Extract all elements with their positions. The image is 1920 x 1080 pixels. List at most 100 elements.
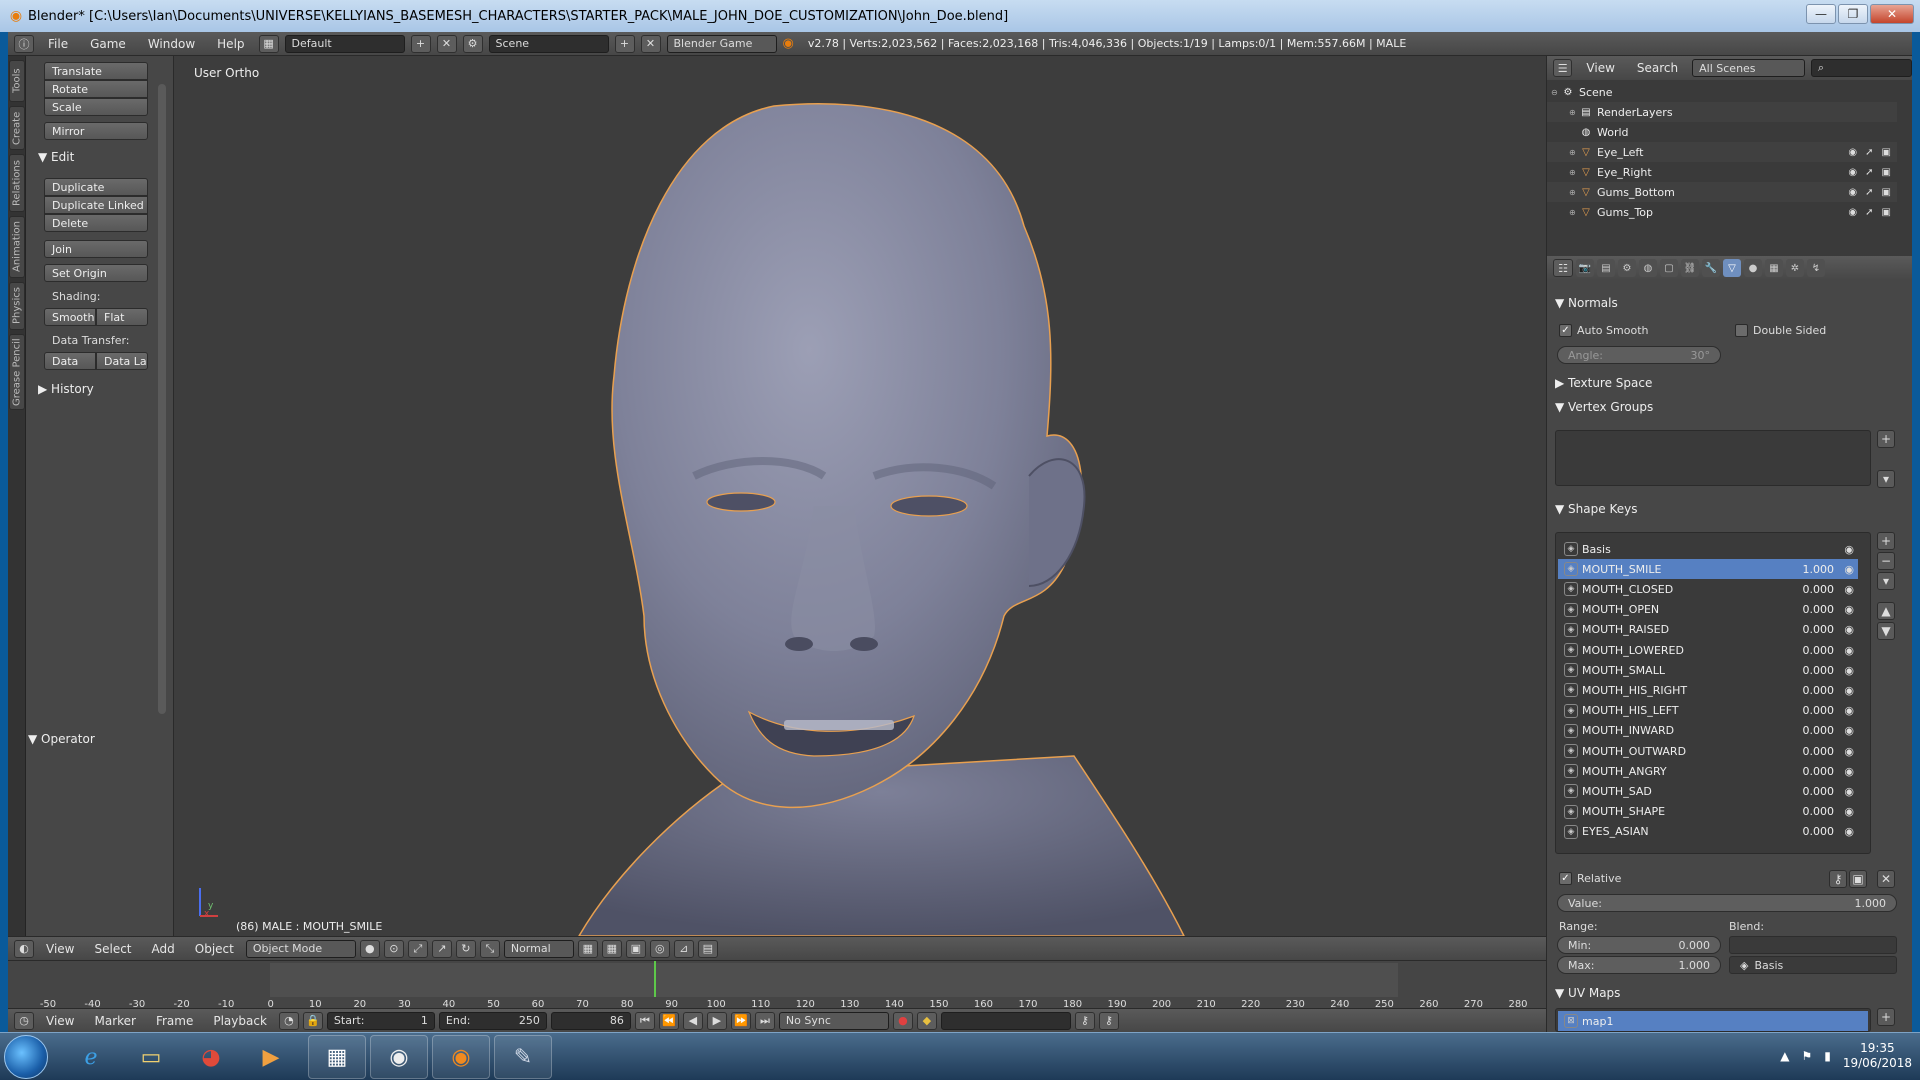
render-preview-icon[interactable]: ▣ (625, 939, 646, 958)
media-player-icon[interactable]: ▶ (242, 1035, 300, 1079)
shape-key-row[interactable]: ◈ MOUTH_CLOSED 0.000 ◉ (1558, 579, 1858, 599)
add-layout-icon[interactable]: + (410, 34, 431, 53)
shape-key-edit-mode-icon[interactable]: ▣ (1849, 870, 1867, 888)
menu-add[interactable]: Add (144, 942, 183, 956)
outliner-item-scene[interactable]: ⊖ ⚙ Scene (1547, 82, 1897, 102)
shape-key-value[interactable]: 0.000 (1803, 704, 1835, 717)
menu-game[interactable]: Game (82, 37, 134, 51)
next-keyframe-icon[interactable]: ⏩ (730, 1011, 751, 1030)
shape-key-value[interactable]: 0.000 (1803, 825, 1835, 838)
visibility-eye-icon[interactable]: ◉ (1844, 563, 1854, 576)
vertex-groups-list[interactable] (1555, 430, 1871, 486)
file-explorer-icon[interactable]: ▭ (122, 1035, 180, 1079)
layers-grid-icon[interactable]: ▦ (577, 939, 598, 958)
shape-key-value[interactable]: 0.000 (1803, 785, 1835, 798)
duplicate-button[interactable]: Duplicate (44, 178, 148, 196)
menu-marker[interactable]: Marker (86, 1014, 143, 1028)
jump-end-icon[interactable]: ⏭ (754, 1011, 775, 1030)
render-camera-icon[interactable]: ▣ (1882, 207, 1891, 218)
visibility-eye-icon[interactable]: ◉ (1844, 724, 1854, 737)
visibility-eye-icon[interactable]: ◉ (1844, 603, 1854, 616)
paint-icon[interactable]: ✎ (494, 1035, 552, 1079)
uv-maps-list[interactable]: ⊠ map1 (1555, 1008, 1871, 1032)
visibility-eye-icon[interactable]: ◉ (1844, 583, 1854, 596)
chrome-icon[interactable]: ◕ (182, 1035, 240, 1079)
pivot-point-icon[interactable]: ⊙ (383, 939, 404, 958)
play-reverse-icon[interactable]: ◀ (682, 1011, 703, 1030)
move-shape-key-up-button[interactable]: ▲ (1877, 602, 1895, 620)
scene-tab-icon[interactable]: ⚙ (1618, 259, 1636, 277)
vertex-group-menu-button[interactable]: ▾ (1877, 470, 1895, 488)
proportional-edit-icon[interactable]: ◎ (649, 939, 670, 958)
start-orb[interactable] (4, 1035, 48, 1079)
smooth-button[interactable]: Smooth (44, 308, 96, 326)
outliner-item-gums-bottom[interactable]: ⊕ ▽ Gums_Bottom ◉ ➚ ▣ (1547, 182, 1897, 202)
visibility-eye-icon[interactable]: ◉ (1844, 765, 1854, 778)
shape-key-menu-button[interactable]: ▾ (1877, 572, 1895, 590)
menu-view[interactable]: View (38, 942, 82, 956)
close-button[interactable]: ✕ (1870, 4, 1914, 24)
menu-select[interactable]: Select (86, 942, 139, 956)
blender-icon[interactable]: ◉ (432, 1035, 490, 1079)
snap-icon[interactable]: ⊿ (673, 939, 694, 958)
physics-tab-icon[interactable]: ↯ (1807, 259, 1825, 277)
window-title-bar[interactable]: ◉ Blender* [C:\Users\Ian\Documents\UNIVE… (0, 0, 1920, 32)
select-arrow-icon[interactable]: ➚ (1865, 187, 1873, 198)
layers-grid-2-icon[interactable]: ▦ (601, 939, 622, 958)
render-tab-icon[interactable]: 📷 (1576, 259, 1594, 277)
timeline[interactable]: -50 -40 -30 -20 -10 0 10 20 30 40 50 60 70 80 90 100 110… (8, 960, 1546, 1010)
add-shape-key-button[interactable]: + (1877, 532, 1895, 550)
shape-key-value[interactable]: 0.000 (1803, 603, 1835, 616)
show-hidden-icons-icon[interactable]: ▲ (1780, 1049, 1789, 1063)
relative-checkbox[interactable]: ✓ (1559, 872, 1572, 885)
editor-type-icon[interactable]: ⓘ (14, 34, 34, 53)
object-tab-icon[interactable]: ▢ (1660, 259, 1678, 277)
maximize-button[interactable]: ❐ (1838, 4, 1868, 24)
menu-frame[interactable]: Frame (148, 1014, 201, 1028)
data-layout-button[interactable]: Data La (96, 352, 148, 370)
shape-key-value[interactable]: 0.000 (1803, 684, 1835, 697)
opengl-render-icon[interactable]: ▤ (697, 939, 718, 958)
minimize-button[interactable]: — (1806, 4, 1836, 24)
use-preview-range-icon[interactable]: ◔ (278, 1011, 299, 1030)
expand-icon[interactable]: ⊕ (1569, 188, 1579, 197)
menu-timeline-view[interactable]: View (38, 1014, 82, 1028)
current-frame-field[interactable]: 86 (550, 1011, 631, 1030)
shape-keys-panel-header[interactable]: ▼ Shape Keys (1555, 502, 1637, 516)
end-frame-field[interactable]: End: 250 (438, 1011, 547, 1030)
tab-relations[interactable]: Relations (9, 154, 25, 212)
shape-key-row[interactable]: ◈ MOUTH_RAISED 0.000 ◉ (1558, 620, 1858, 640)
collapse-icon[interactable]: ⊖ (1551, 88, 1561, 97)
network-icon[interactable]: ▮ (1824, 1049, 1831, 1063)
shape-key-row[interactable]: ◈ MOUTH_LOWERED 0.000 ◉ (1558, 640, 1858, 660)
add-vertex-group-button[interactable]: + (1877, 430, 1895, 448)
shape-key-value[interactable]: 1.000 (1803, 563, 1835, 576)
screen-layout-icon[interactable]: ▦ (258, 34, 279, 53)
particles-tab-icon[interactable]: ✲ (1786, 259, 1804, 277)
render-camera-icon[interactable]: ▣ (1882, 187, 1891, 198)
shape-key-row[interactable]: ◈ MOUTH_OPEN 0.000 ◉ (1558, 600, 1858, 620)
visibility-eye-icon[interactable]: ◉ (1844, 745, 1854, 758)
select-arrow-icon[interactable]: ➚ (1865, 167, 1873, 178)
normals-panel-header[interactable]: ▼ Normals (1555, 296, 1618, 310)
play-icon[interactable]: ▶ (706, 1011, 727, 1030)
rotate-button[interactable]: Rotate (44, 80, 148, 98)
mirror-button[interactable]: Mirror (44, 122, 148, 140)
viewport-shading-icon[interactable]: ● (359, 939, 380, 958)
visibility-eye-icon[interactable]: ◉ (1844, 644, 1854, 657)
keying-set-field[interactable] (940, 1011, 1071, 1030)
lock-range-icon[interactable]: 🔒 (302, 1011, 323, 1030)
shape-key-value[interactable]: 0.000 (1803, 724, 1835, 737)
expand-icon[interactable]: ⊕ (1569, 208, 1579, 217)
remove-layout-icon[interactable]: ✕ (436, 34, 457, 53)
scale-button[interactable]: Scale (44, 98, 148, 116)
tab-animation[interactable]: Animation (9, 216, 25, 278)
shape-key-row[interactable]: ◈ MOUTH_SHAPE 0.000 ◉ (1558, 802, 1858, 822)
menu-window[interactable]: Window (140, 37, 203, 51)
editor-type-timeline-icon[interactable]: ◷ (14, 1011, 34, 1030)
double-sided-checkbox[interactable] (1735, 324, 1748, 337)
select-arrow-icon[interactable]: ➚ (1865, 207, 1873, 218)
prev-keyframe-icon[interactable]: ⏪ (658, 1011, 679, 1030)
editor-type-outliner-icon[interactable]: ☰ (1553, 59, 1573, 77)
tab-tools[interactable]: Tools (9, 60, 25, 102)
